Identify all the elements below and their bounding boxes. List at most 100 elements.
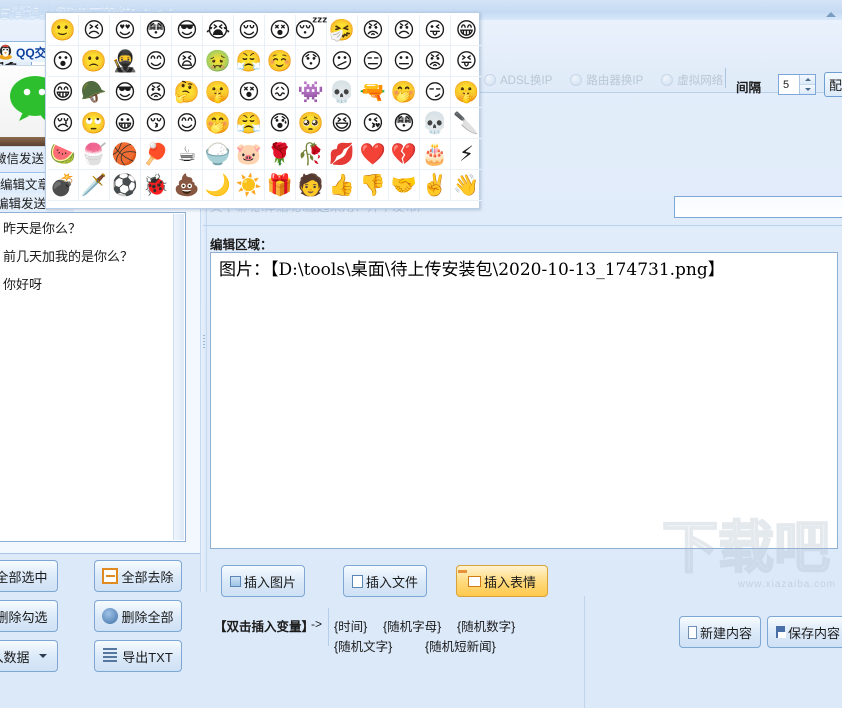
delete-checked-button[interactable]: 删除勾选: [0, 600, 58, 632]
emoji-cell[interactable]: 😀: [110, 108, 141, 139]
emoji-cell[interactable]: 🥺: [296, 108, 327, 139]
emoji-cell[interactable]: 🗡️: [79, 170, 110, 201]
emoji-cell[interactable]: 🪖: [79, 77, 110, 108]
deselect-all-button[interactable]: 全部去除: [94, 560, 182, 592]
emoji-cell[interactable]: 😊: [172, 108, 203, 139]
chevron-down-icon[interactable]: [38, 654, 47, 658]
emoji-cell[interactable]: 🙁: [79, 46, 110, 77]
emoji-cell[interactable]: 💀: [420, 108, 451, 139]
emoji-cell[interactable]: 🧑: [296, 170, 327, 201]
list-item[interactable]: 前几天加我的是你么？: [0, 241, 185, 269]
emoji-cell[interactable]: 😁: [451, 15, 482, 46]
emoji-cell[interactable]: 😰: [265, 108, 296, 139]
emoji-cell[interactable]: 😆: [327, 108, 358, 139]
emoji-cell[interactable]: 🤫: [203, 77, 234, 108]
emoji-cell[interactable]: 😘: [358, 108, 389, 139]
emoji-cell[interactable]: 🐷: [234, 139, 265, 170]
emoji-cell[interactable]: 🍉: [48, 139, 79, 170]
emoji-cell[interactable]: 😵: [265, 15, 296, 46]
emoji-cell[interactable]: 👾: [296, 77, 327, 108]
emoji-cell[interactable]: ⚡: [451, 139, 482, 170]
emoji-cell[interactable]: 🤭: [203, 108, 234, 139]
emoji-cell[interactable]: 💔: [389, 139, 420, 170]
emoji-cell[interactable]: 😝: [451, 46, 482, 77]
emoji-cell[interactable]: 🤧: [327, 15, 358, 46]
emoji-cell[interactable]: 🤫: [451, 77, 482, 108]
emoji-cell[interactable]: 😖: [265, 77, 296, 108]
emoji-cell[interactable]: 👍: [327, 170, 358, 201]
emoji-cell[interactable]: 👋: [451, 170, 482, 201]
emoji-cell[interactable]: 🤝: [389, 170, 420, 201]
emoji-cell[interactable]: 🎂: [420, 139, 451, 170]
emoji-cell[interactable]: 😡: [358, 15, 389, 46]
emoji-cell[interactable]: 🍚: [203, 139, 234, 170]
emoji-cell[interactable]: 😚: [141, 108, 172, 139]
radio-virtual-network[interactable]: 虚拟网络: [661, 72, 723, 88]
emoji-cell[interactable]: 😎: [110, 77, 141, 108]
emoji-cell[interactable]: 😳: [389, 108, 420, 139]
scroll-up-arrow-icon[interactable]: [824, 8, 838, 20]
list-item[interactable]: 昨天是你么？: [0, 213, 185, 241]
emoji-cell[interactable]: 🌙: [203, 170, 234, 201]
emoji-cell[interactable]: 🥷: [110, 46, 141, 77]
radio-router-change-ip[interactable]: 路由器换IP: [570, 72, 643, 88]
insert-file-button[interactable]: 插入文件: [343, 565, 427, 597]
variable-random-text[interactable]: {随机文字}: [334, 636, 392, 655]
emoji-cell[interactable]: ☺️: [265, 46, 296, 77]
delete-all-button[interactable]: 删除全部: [94, 600, 182, 632]
emoji-cell[interactable]: 😌: [234, 15, 265, 46]
emoji-cell[interactable]: 😮: [48, 46, 79, 77]
emoji-cell[interactable]: 👎: [358, 170, 389, 201]
export-txt-button[interactable]: 导出TXT: [94, 640, 182, 672]
emoji-cell[interactable]: ☕: [172, 139, 203, 170]
emoji-cell[interactable]: 🥀: [296, 139, 327, 170]
insert-emoji-button[interactable]: 插入表情: [456, 565, 548, 597]
emoji-cell[interactable]: 🐞: [141, 170, 172, 201]
emoji-cell[interactable]: 😤: [234, 108, 265, 139]
variable-random-letter[interactable]: {随机字母}: [383, 616, 441, 635]
variable-random-number[interactable]: {随机数字}: [457, 616, 515, 635]
emoji-cell[interactable]: 🤔: [172, 77, 203, 108]
emoji-cell[interactable]: 😕: [327, 46, 358, 77]
emoji-cell[interactable]: 😏: [420, 77, 451, 108]
emoji-cell[interactable]: 🔪: [451, 108, 482, 139]
emoji-cell[interactable]: 😭: [203, 15, 234, 46]
emoji-cell[interactable]: 😫: [172, 46, 203, 77]
variable-time[interactable]: {时间}: [334, 616, 367, 635]
emoji-cell[interactable]: 😜: [420, 15, 451, 46]
emoji-cell[interactable]: 😍: [110, 15, 141, 46]
emoji-cell[interactable]: 💋: [327, 139, 358, 170]
emoji-cell[interactable]: ❤️: [358, 139, 389, 170]
emoji-cell[interactable]: 😁: [48, 77, 79, 108]
stepper-up-icon[interactable]: [800, 75, 815, 85]
select-all-button[interactable]: 全部选中: [0, 560, 58, 592]
emoji-cell[interactable]: 🤭: [389, 77, 420, 108]
emoji-cell[interactable]: 💀: [327, 77, 358, 108]
emoji-cell[interactable]: 🌹: [265, 139, 296, 170]
emoji-cell[interactable]: 😯: [296, 46, 327, 77]
edit-area-textbox[interactable]: 图片：【D:\tools\桌面\待上传安装包\2020-10-13_174731…: [210, 252, 838, 549]
emoji-picker-popup[interactable]: 🙂 😣 😍 😳 😎 😭 😌 😵 😴 🤧 😡 😠 😜 😁 😮 🙁 🥷 😊 😫 🤢 😤 ☺️ 😯 😕 😑 😐 😡 😝 😁 🪖 😎 😡 🤔 🤫 😵 😖 👾 💀 🔫…: [45, 12, 482, 209]
emoji-cell[interactable]: 🤢: [203, 46, 234, 77]
emoji-cell[interactable]: 😡: [420, 46, 451, 77]
emoji-cell[interactable]: ✌️: [420, 170, 451, 201]
emoji-cell[interactable]: 😵: [234, 77, 265, 108]
emoji-cell[interactable]: 😣: [79, 15, 110, 46]
emoji-cell[interactable]: ☀️: [234, 170, 265, 201]
variable-random-news[interactable]: {随机短新闻}: [425, 636, 496, 655]
emoji-cell[interactable]: 😴: [294, 15, 328, 46]
emoji-cell[interactable]: 😤: [234, 46, 265, 77]
emoji-cell[interactable]: 😊: [141, 46, 172, 77]
insert-image-button[interactable]: 插入图片: [221, 565, 305, 597]
emoji-cell[interactable]: 😳: [141, 15, 172, 46]
emoji-cell[interactable]: 🔫: [358, 77, 389, 108]
emoji-cell[interactable]: 🏓: [141, 139, 172, 170]
emoji-cell[interactable]: 🍧: [79, 139, 110, 170]
list-item[interactable]: 你好呀: [0, 269, 185, 297]
emoji-cell[interactable]: 🎁: [265, 170, 296, 201]
emoji-cell[interactable]: 💩: [172, 170, 203, 201]
emoji-cell[interactable]: ⚽: [110, 170, 141, 201]
emoji-cell[interactable]: 😢: [48, 108, 79, 139]
list-scrollbar[interactable]: [173, 214, 184, 540]
emoji-cell[interactable]: 😎: [172, 15, 203, 46]
